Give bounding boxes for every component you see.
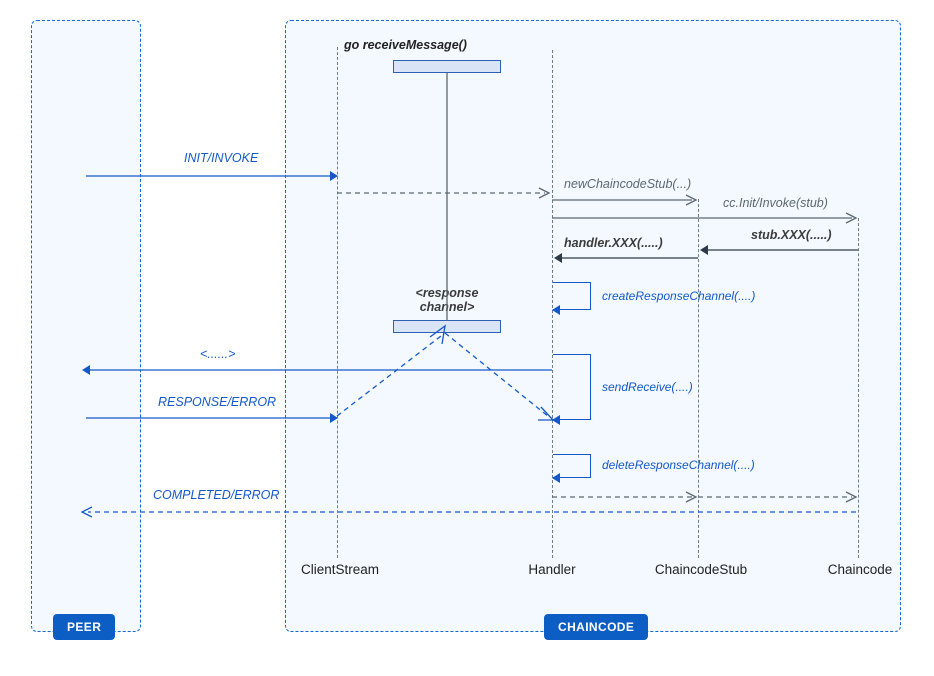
label-newstub: newChaincodeStub(...) <box>564 177 691 191</box>
arrow-stubxxx <box>698 244 860 256</box>
activation-goreceive <box>393 60 501 73</box>
label-dots: <......> <box>200 347 235 361</box>
label-stubxxx: stub.XXX(.....) <box>751 228 832 242</box>
label-ccinit: cc.Init/Invoke(stub) <box>723 196 828 210</box>
arrow-response-error <box>86 412 336 424</box>
chaincode-container <box>285 20 901 632</box>
selfcall-sendrecv <box>553 354 591 420</box>
label-init-invoke: INIT/INVOKE <box>184 151 258 165</box>
label-goreceive: go receiveMessage() <box>344 38 467 52</box>
label-handlerxxx: handler.XXX(.....) <box>564 236 663 250</box>
label-completed: COMPLETED/ERROR <box>153 488 279 502</box>
arrow-init-invoke <box>86 170 336 182</box>
chaincode-badge: CHAINCODE <box>544 614 648 640</box>
selfcall-delresp-head <box>548 471 562 485</box>
arrow-ccinit <box>552 212 862 224</box>
arrow-dots-return <box>80 364 556 376</box>
label-clientstream: ClientStream <box>300 562 380 577</box>
selfcall-sendrecv-head <box>548 413 562 427</box>
label-createresp: createResponseChannel(....) <box>602 289 755 303</box>
arrow-newstub <box>552 194 701 206</box>
arrow-handlerxxx <box>552 252 700 264</box>
label-sendrecv: sendReceive(....) <box>602 380 693 394</box>
label-handler: Handler <box>522 562 582 577</box>
peer-badge: PEER <box>53 614 115 640</box>
dash-response-to-channel <box>337 330 457 422</box>
label-response-error: RESPONSE/ERROR <box>158 395 276 409</box>
selfcall-createresp-head <box>548 303 562 317</box>
arrow-completed <box>80 506 860 518</box>
arrow-return-stub <box>552 491 701 503</box>
dash-resp-to-handler <box>445 333 565 427</box>
lifeline-clientstream <box>337 47 338 558</box>
peer-container <box>31 20 141 632</box>
label-stub: ChaincodeStub <box>646 562 756 577</box>
label-chaincode: Chaincode <box>820 562 900 577</box>
arrow-return-cc <box>698 491 860 503</box>
goroutine-span <box>446 73 448 321</box>
label-delresp: deleteResponseChannel(....) <box>602 458 755 472</box>
